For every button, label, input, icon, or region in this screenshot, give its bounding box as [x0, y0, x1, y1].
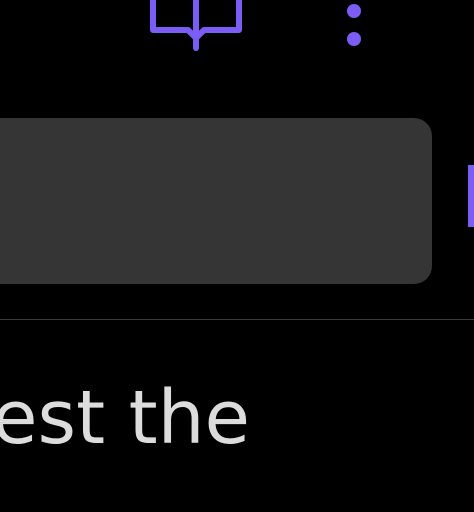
body-text: est the — [0, 375, 251, 461]
divider — [0, 319, 474, 320]
accent-edge-indicator — [468, 165, 474, 227]
search-input[interactable] — [0, 118, 432, 284]
book-icon[interactable] — [148, 0, 244, 52]
more-vertical-icon[interactable] — [343, 0, 365, 52]
